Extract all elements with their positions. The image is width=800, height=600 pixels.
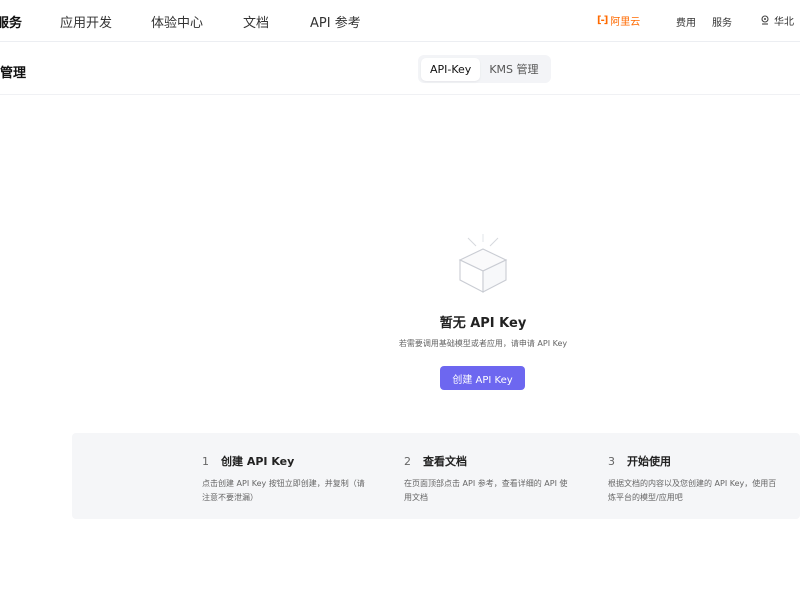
nav-item-api-reference[interactable]: API 参考 [310,12,361,31]
top-navigation: 服务 应用开发 体验中心 文档 API 参考 [-] 阿里云 费用 服务 华北 [0,0,800,42]
step-create-api-key: 1 创建 API Key 点击创建 API Key 按钮立即创建，并复制（请注意… [202,453,372,505]
region-label: 华北 [774,17,794,28]
empty-state-description: 若需要调用基础模型或者应用，请申请 API Key [398,339,568,348]
tab-kms-management[interactable]: KMS 管理 [480,56,547,82]
step-start-using: 3 开始使用 根据文档的内容以及您创建的 API Key，使用百炼平台的模型/应… [608,453,778,505]
step-view-docs: 2 查看文档 在页面顶部点击 API 参考，查看详细的 API 使用文档 [404,453,574,505]
brand-logo[interactable]: [-] 阿里云 [597,13,640,28]
step-title: 查看文档 [423,455,467,468]
step-number: 1 [202,454,209,468]
nav-item-docs[interactable]: 文档 [243,12,269,31]
tab-api-key[interactable]: API-Key [421,57,481,81]
brand-name: 阿里云 [610,17,641,28]
step-description: 点击创建 API Key 按钮立即创建，并复制（请注意不要泄漏） [202,479,365,502]
nav-item-experience-center[interactable]: 体验中心 [151,12,203,31]
step-description: 在页面顶部点击 API 参考，查看详细的 API 使用文档 [404,479,568,502]
aliyun-logo-icon: [-] [597,15,608,26]
getting-started-steps: 1 创建 API Key 点击创建 API Key 按钮立即创建，并复制（请注意… [72,433,800,519]
nav-item-services[interactable]: 服务 [0,12,22,31]
service-link[interactable]: 服务 [712,14,732,29]
step-number: 2 [404,454,411,468]
tab-switcher: API-Key KMS 管理 [418,55,551,83]
location-icon [761,15,769,25]
empty-box-icon [458,234,508,293]
billing-link[interactable]: 费用 [676,14,696,29]
step-title: 开始使用 [627,455,671,468]
step-description: 根据文档的内容以及您创建的 API Key，使用百炼平台的模型/应用吧 [608,479,777,502]
nav-item-app-dev[interactable]: 应用开发 [60,12,112,31]
create-api-key-button[interactable]: 创建 API Key [440,366,525,390]
empty-state-title: 暂无 API Key [439,316,527,331]
region-selector[interactable]: 华北 [760,13,794,28]
step-number: 3 [608,454,615,468]
sub-header: 管理 API-Key KMS 管理 [0,43,800,95]
page-title: 管理 [0,66,27,81]
step-title: 创建 API Key [221,455,295,468]
